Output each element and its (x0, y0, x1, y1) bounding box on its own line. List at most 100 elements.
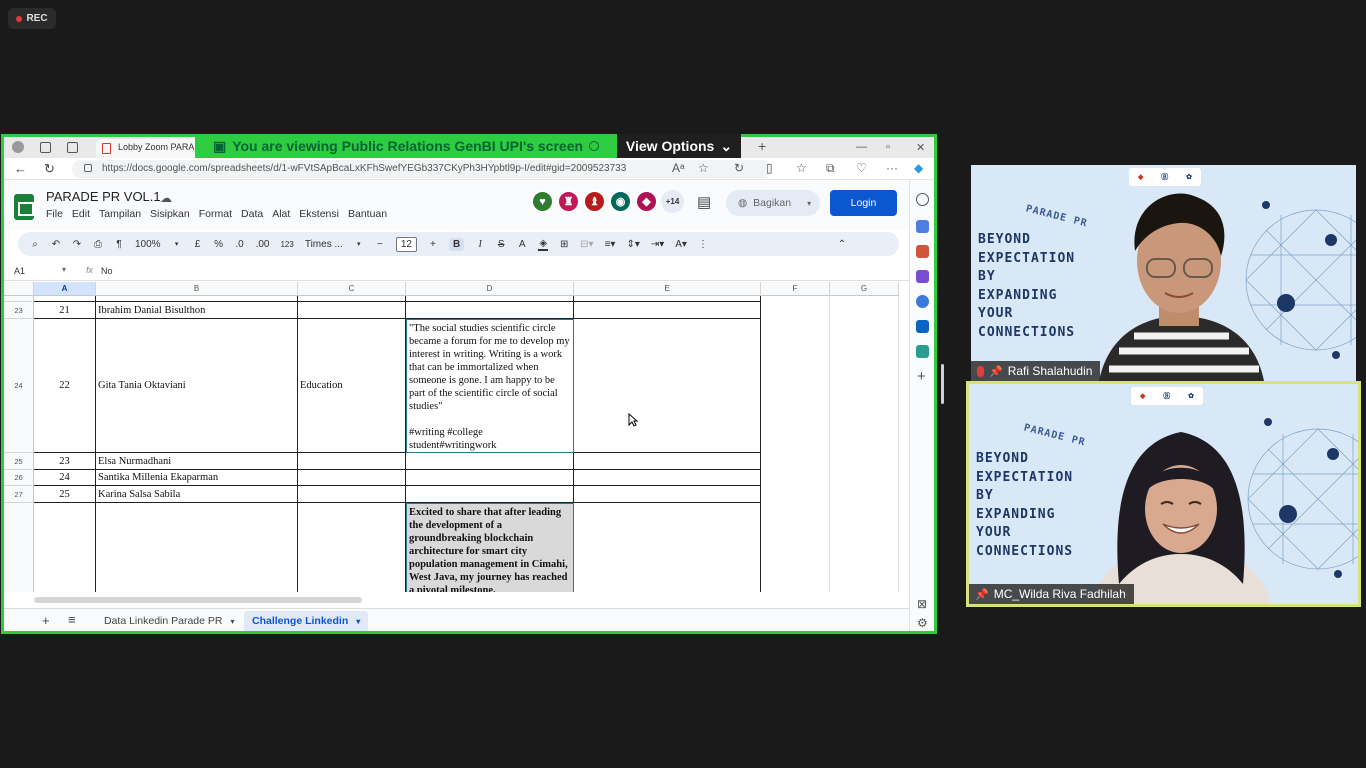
table-cell[interactable] (761, 296, 830, 592)
extensions-icon[interactable]: ↻ (734, 161, 744, 175)
sheet-tab-challenge-linkedin[interactable]: Challenge Linkedin ▾ (244, 611, 369, 631)
collaborator-avatar[interactable]: ♝ (583, 190, 606, 213)
table-cell-category[interactable] (298, 503, 406, 592)
spreadsheet-grid[interactable]: A B C D E F G 23 21 Ibrahim Danial Bisul… (4, 282, 909, 592)
text-rotation-icon[interactable]: A▾ (675, 239, 687, 250)
add-sidebar-icon[interactable]: + (917, 368, 926, 385)
percent-format[interactable]: % (214, 239, 224, 250)
table-cell-post[interactable] (406, 486, 574, 503)
fill-color-icon[interactable]: ◈ (538, 238, 549, 251)
table-cell[interactable] (574, 319, 761, 453)
number-format[interactable]: 123 (280, 240, 293, 249)
sheets-logo-icon[interactable] (14, 194, 34, 220)
table-cell-category[interactable] (298, 486, 406, 503)
new-tab-icon[interactable]: + (758, 138, 766, 154)
collections-icon[interactable]: ⧉ (826, 161, 835, 176)
merge-cells-icon[interactable]: ⊟▾ (580, 239, 593, 250)
favorites-icon[interactable]: ☆ (796, 161, 807, 175)
cloud-status-icon[interactable]: ☁ (160, 191, 172, 205)
sheet-tab-data-linkedin[interactable]: Data Linkedin Parade PR ▾ (96, 611, 243, 631)
comment-history-icon[interactable]: ▤ (697, 193, 711, 211)
table-cell[interactable] (574, 453, 761, 470)
text-wrapping-icon[interactable]: ⇥▾ (651, 239, 664, 250)
send-icon[interactable] (916, 345, 929, 358)
font-family-select[interactable]: Times ... (305, 239, 343, 250)
tag-icon[interactable] (916, 220, 929, 233)
menu-edit[interactable]: Edit (72, 208, 90, 220)
back-arrow-icon[interactable]: ← (14, 161, 27, 176)
sheet-tab-dropdown-icon[interactable]: ▾ (356, 617, 360, 626)
table-cell-no[interactable] (34, 503, 96, 592)
text-color-icon[interactable]: A (517, 239, 527, 250)
table-cell-name[interactable]: Santika Millenia Ekaparman (96, 470, 298, 486)
strikethrough-icon[interactable]: S (496, 239, 506, 250)
table-cell-name[interactable]: Elsa Nurmadhani (96, 453, 298, 470)
paint-format-icon[interactable]: ¶ (114, 239, 124, 250)
redo-icon[interactable]: ↷ (72, 239, 82, 250)
row-header[interactable]: 26 (4, 470, 34, 486)
url-field[interactable]: https://docs.google.com/spreadsheets/d/1… (72, 160, 772, 178)
row-header[interactable]: 24 (4, 319, 34, 453)
pin-icon[interactable]: 📌 (989, 365, 1003, 378)
menu-file[interactable]: File (46, 208, 63, 220)
site-info-icon[interactable] (84, 164, 92, 172)
maximize-icon[interactable]: ▫ (886, 141, 890, 153)
active-speaker-video-tile[interactable]: ◆ Ⓑ ✿ PARADE PR BEYOND EXPECTATION BY EX… (966, 381, 1361, 607)
menu-insert[interactable]: Sisipkan (150, 208, 190, 220)
copilot-icon[interactable]: ◆ (914, 161, 923, 175)
view-options-button[interactable]: View Options ⌄ (617, 134, 741, 158)
table-cell-name[interactable]: Gita Tania Oktaviani (96, 319, 298, 453)
row-header[interactable]: 27 (4, 486, 34, 503)
more-collaborators-badge[interactable]: +14 (661, 190, 684, 213)
column-header-e[interactable]: E (574, 282, 761, 296)
collapse-menus-icon[interactable]: ⌃ (837, 239, 847, 250)
pin-icon[interactable]: 📌 (975, 588, 989, 601)
add-sheet-icon[interactable]: + (42, 613, 50, 628)
collaborator-avatar[interactable]: ◆ (635, 190, 658, 213)
menu-tools[interactable]: Alat (272, 208, 290, 220)
table-cell-category[interactable]: Education (298, 319, 406, 453)
horizontal-align-icon[interactable]: ≡▾ (605, 239, 616, 250)
table-cell-no[interactable]: 22 (34, 319, 96, 453)
horizontal-scrollbar[interactable] (34, 597, 362, 603)
table-cell-post[interactable] (406, 453, 574, 470)
table-cell-category[interactable] (298, 453, 406, 470)
collaborator-avatar[interactable]: ♜ (557, 190, 580, 213)
search-menus-icon[interactable]: ⌕ (30, 239, 40, 250)
collaborator-avatar[interactable]: ♥ (531, 190, 554, 213)
table-cell[interactable] (574, 486, 761, 503)
print-icon[interactable]: ⎙ (93, 239, 103, 250)
column-header-c[interactable]: C (298, 282, 406, 296)
collaborator-avatar[interactable]: ◉ (609, 190, 632, 213)
share-button[interactable]: ◍ Bagikan ▾ (726, 190, 820, 216)
increase-decimal[interactable]: .00 (256, 239, 270, 250)
copilot-sidebar-icon[interactable] (916, 295, 929, 308)
formula-input[interactable]: No (101, 266, 113, 276)
font-dropdown-icon[interactable]: ▾ (354, 240, 364, 248)
column-header-g[interactable]: G (830, 282, 899, 296)
table-cell-no[interactable]: 21 (34, 302, 96, 319)
login-button[interactable]: Login (830, 190, 897, 216)
read-aloud-icon[interactable]: Aᵃ (672, 161, 684, 175)
minimize-icon[interactable]: — (856, 141, 867, 153)
participant-video-tile[interactable]: ◆ Ⓑ ✿ PARADE PR BEYOND EXPECTATION BY EX… (971, 165, 1356, 381)
italic-icon[interactable]: I (475, 239, 485, 250)
table-cell-no[interactable]: 24 (34, 470, 96, 486)
zoom-dropdown-icon[interactable]: ▾ (172, 240, 182, 248)
table-cell-post[interactable] (406, 302, 574, 319)
document-title[interactable]: PARADE PR VOL.1 (46, 189, 161, 204)
browser-tab[interactable]: Lobby Zoom PARADE (96, 139, 200, 158)
favorite-star-icon[interactable]: ☆ (698, 161, 709, 175)
column-header-f[interactable]: F (761, 282, 830, 296)
table-cell-post[interactable]: "The social studies scientific circle be… (406, 319, 574, 453)
browser-essentials-icon[interactable]: ♡ (856, 161, 867, 175)
row-header[interactable]: 25 (4, 453, 34, 470)
table-cell[interactable] (574, 302, 761, 319)
vertical-align-icon[interactable]: ⇕▾ (626, 239, 639, 250)
menu-extensions[interactable]: Ekstensi (299, 208, 339, 220)
gallery-scrollbar[interactable] (941, 364, 944, 404)
briefcase-icon[interactable] (916, 245, 929, 258)
table-cell-category[interactable] (298, 302, 406, 319)
settings-gear-icon[interactable]: ⚙ (917, 616, 928, 630)
search-icon[interactable] (916, 193, 929, 206)
